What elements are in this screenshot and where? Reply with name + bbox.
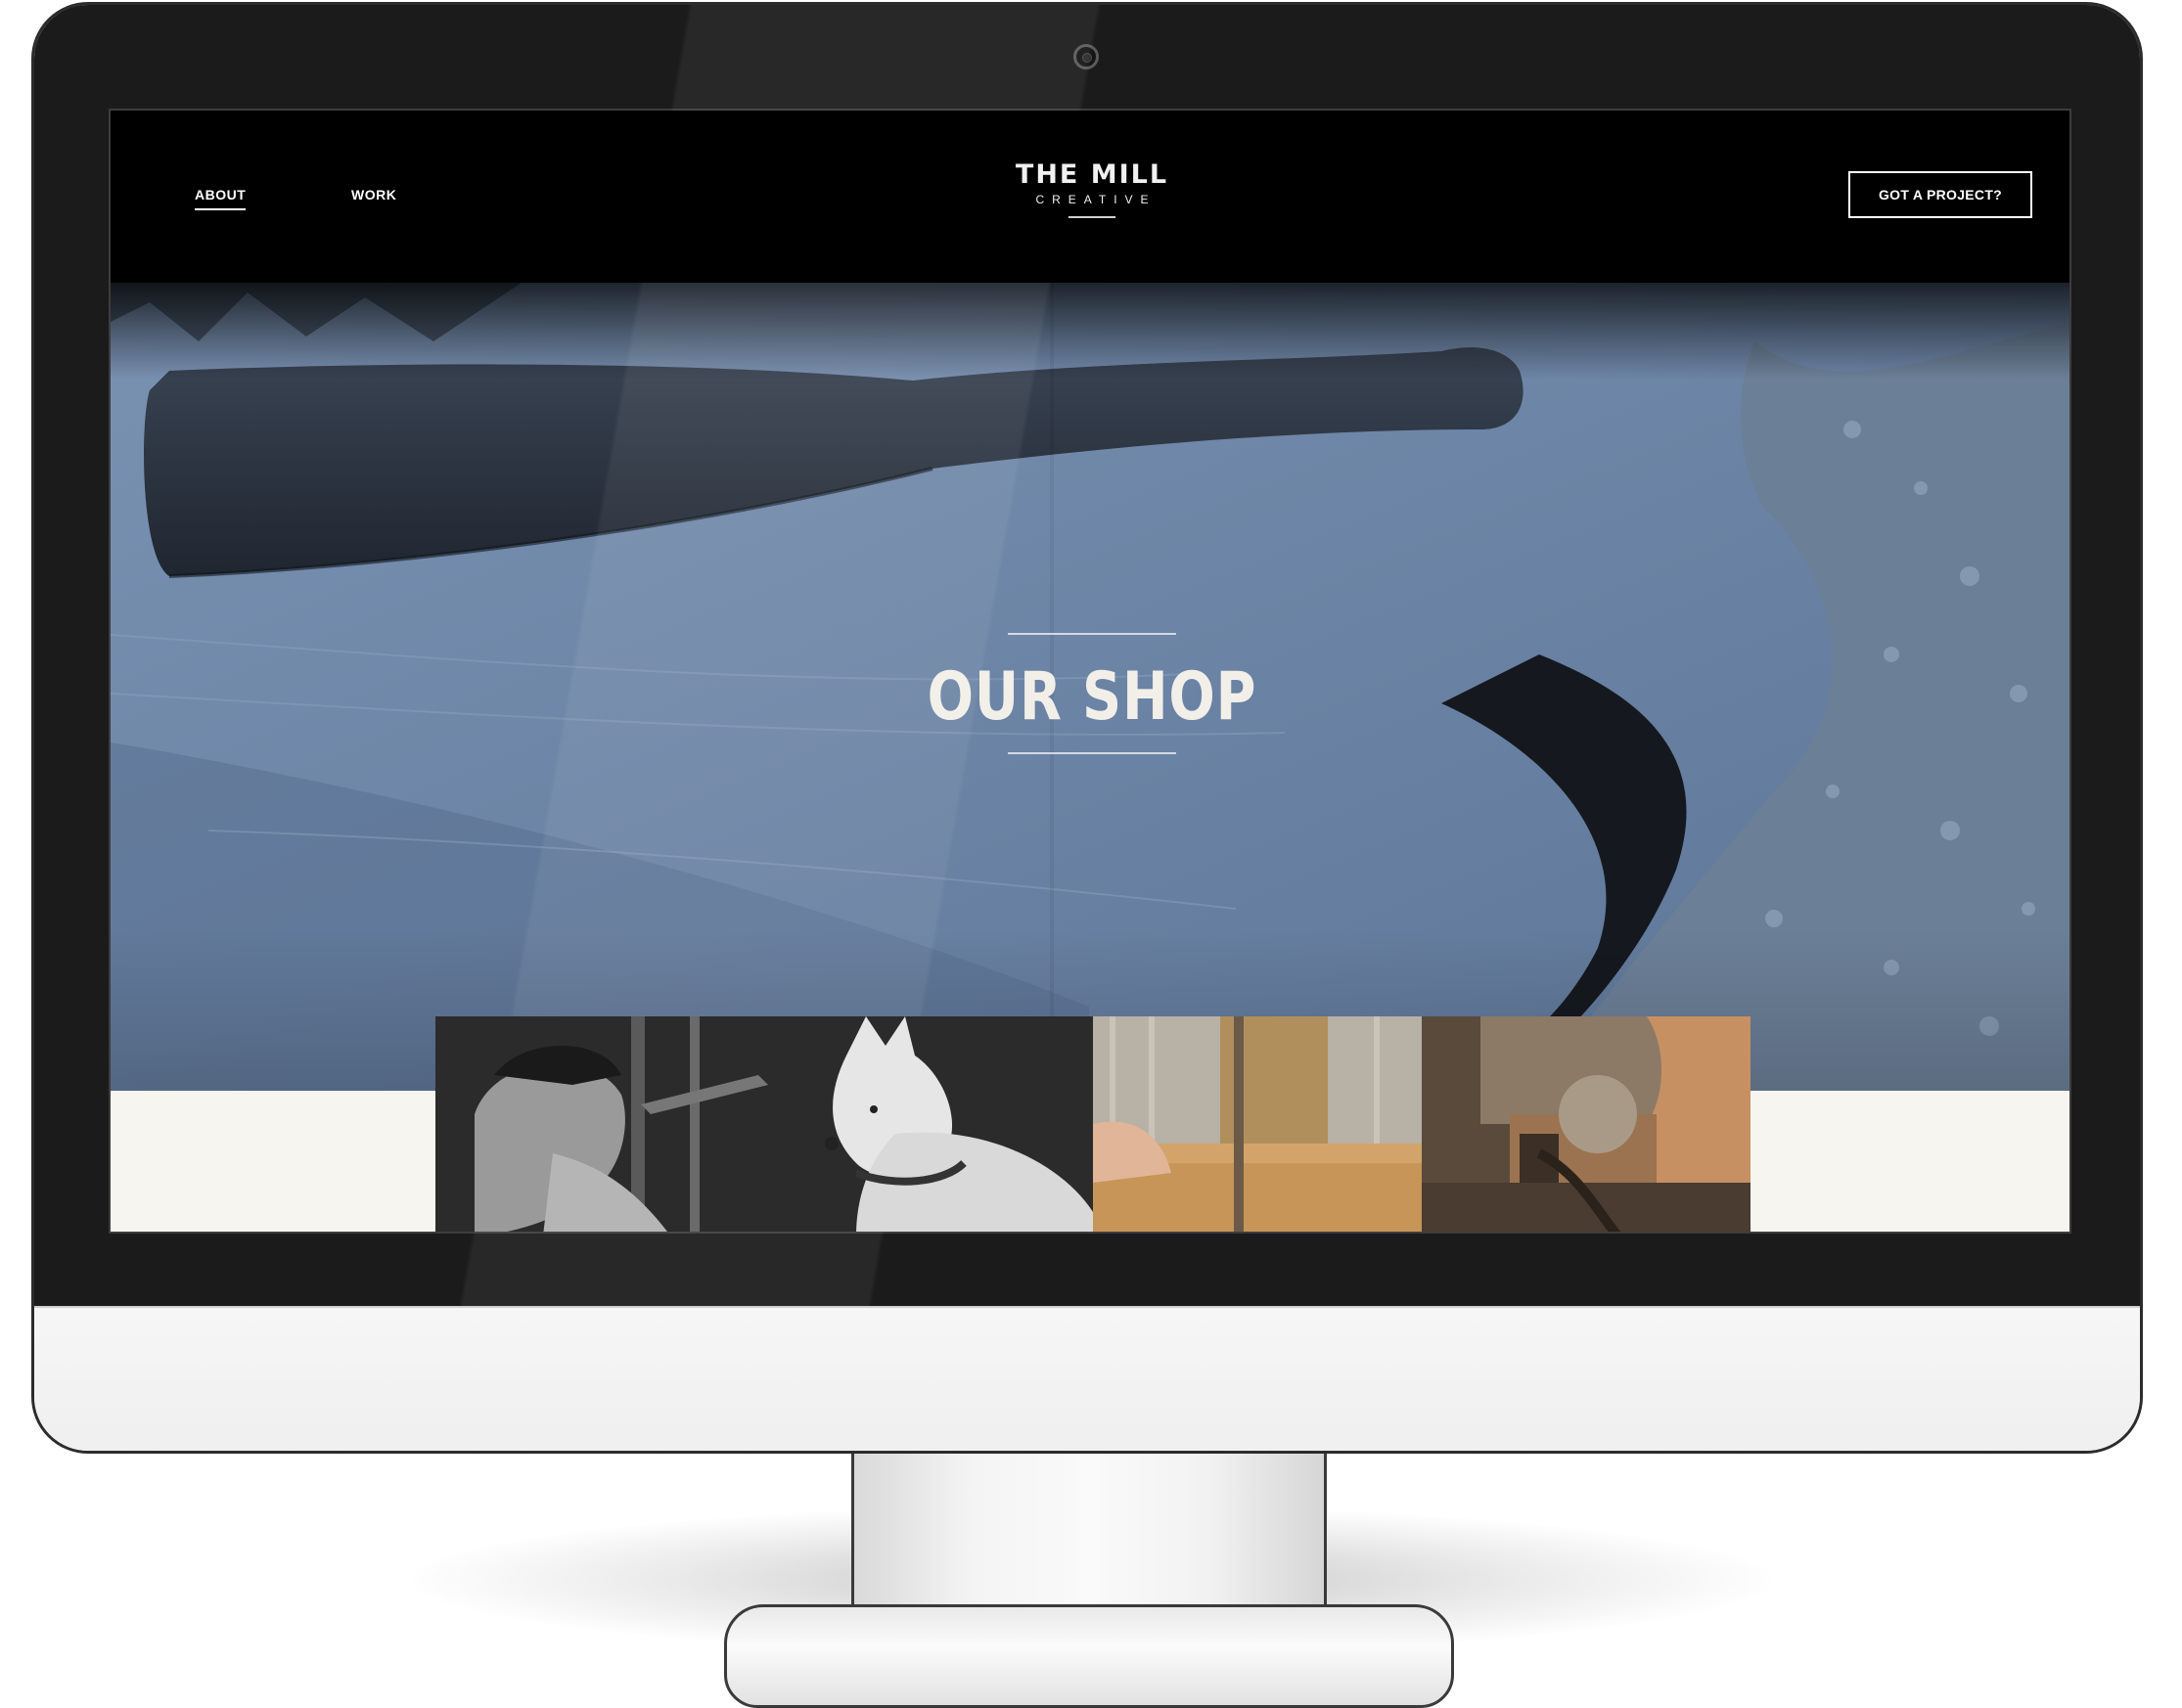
screen: ABOUT WORK THE MILL CREATIVE GOT A PROJE… bbox=[109, 109, 2071, 1234]
nav-about-link[interactable]: ABOUT bbox=[195, 187, 247, 210]
hero-heading: OUR SHOP bbox=[854, 633, 1330, 754]
site-logo[interactable]: THE MILL CREATIVE bbox=[991, 159, 1193, 218]
logo-title: THE MILL bbox=[1015, 159, 1169, 190]
machine-image bbox=[1422, 1016, 1750, 1232]
got-a-project-button[interactable]: GOT A PROJECT? bbox=[1848, 171, 2032, 218]
webcam-icon bbox=[1073, 44, 1099, 69]
gallery-photo-portrait-dog[interactable] bbox=[435, 1016, 1093, 1232]
hero-bottom-rule bbox=[1008, 752, 1176, 754]
site-header: ABOUT WORK THE MILL CREATIVE GOT A PROJE… bbox=[111, 111, 2069, 283]
logo-subtitle: CREATIVE bbox=[1035, 193, 1157, 206]
portrait-dog-image bbox=[435, 1016, 1093, 1232]
gallery-photo-bandsaw[interactable] bbox=[1093, 1016, 1422, 1232]
monitor-chin bbox=[34, 1306, 2140, 1451]
hero-title: OUR SHOP bbox=[927, 658, 1257, 736]
bandsaw-image bbox=[1093, 1016, 1422, 1232]
nav-work-link[interactable]: WORK bbox=[351, 187, 396, 202]
hero-section: OUR SHOP bbox=[111, 283, 2069, 1091]
photo-gallery bbox=[435, 1016, 1750, 1232]
monitor-frame: ABOUT WORK THE MILL CREATIVE GOT A PROJE… bbox=[31, 2, 2143, 1454]
gallery-photo-machine[interactable] bbox=[1422, 1016, 1750, 1232]
hero-top-rule bbox=[1008, 633, 1176, 635]
logo-divider bbox=[1068, 216, 1115, 218]
monitor-stand-base bbox=[724, 1604, 1454, 1708]
